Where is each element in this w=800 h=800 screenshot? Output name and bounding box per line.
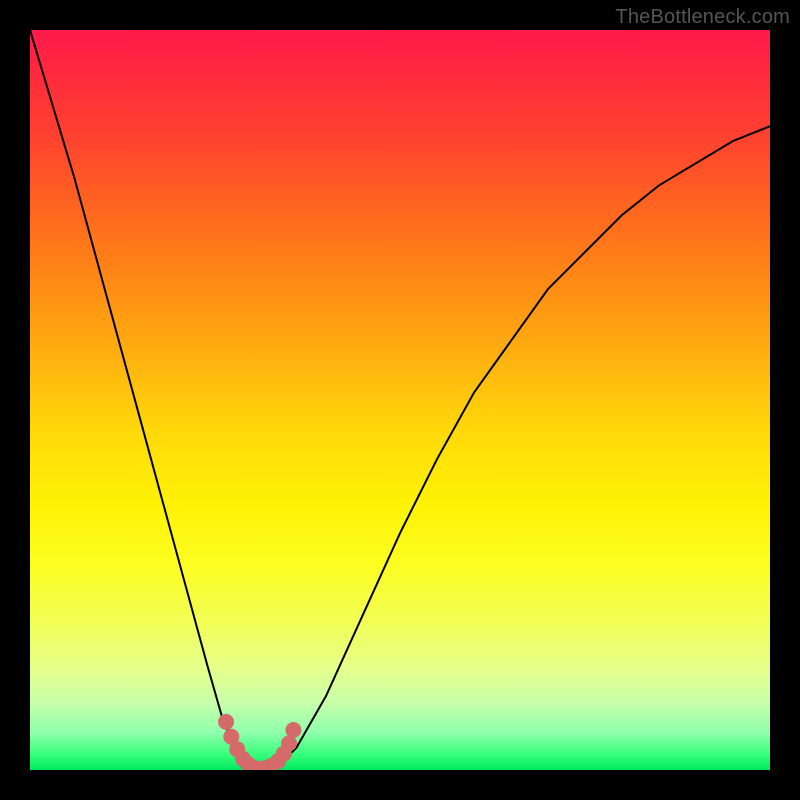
bottleneck-curve <box>30 30 770 770</box>
chart-svg <box>30 30 770 770</box>
watermark-text: TheBottleneck.com <box>615 6 790 29</box>
marker-point <box>285 722 301 738</box>
highlighted-markers <box>218 714 301 770</box>
marker-point <box>218 714 234 730</box>
plot-area <box>30 30 770 770</box>
